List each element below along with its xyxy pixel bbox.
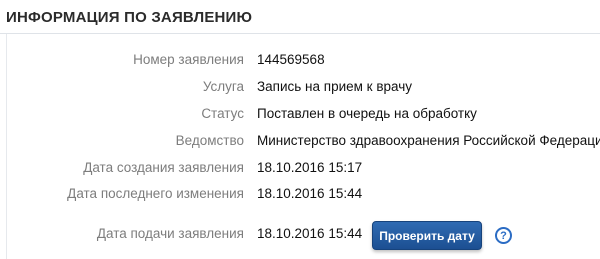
check-date-button[interactable]: Проверить дату [372,221,482,250]
field-value: Запись на прием к врачу [257,79,412,94]
section-title: ИНФОРМАЦИЯ ПО ЗАЯВЛЕНИЮ [6,9,253,26]
field-label: Дата последнего изменения [67,186,244,201]
field-label: Услуга [202,79,244,94]
field-value: 18.10.2016 15:44 [257,226,363,241]
field-row-status: Статус Поставлен в очередь на обработку [0,106,600,126]
field-value: 144569568 [257,52,325,67]
field-value: 18.10.2016 15:44 [257,186,363,201]
field-label: Ведомство [175,133,244,148]
field-label: Статус [201,106,244,121]
field-value: 18.10.2016 15:17 [257,160,363,175]
field-label: Дата подачи заявления [96,226,244,241]
section-header: ИНФОРМАЦИЯ ПО ЗАЯВЛЕНИЮ [0,0,600,34]
help-icon[interactable]: ? [495,227,512,244]
field-label: Дата создания заявления [83,160,244,175]
field-row-department: Ведомство Министерство здравоохранения Р… [0,133,600,153]
field-row-application-number: Номер заявления 144569568 [0,52,600,72]
field-value: Поставлен в очередь на обработку [257,106,477,121]
field-row-created-date: Дата создания заявления 18.10.2016 15:17 [0,160,600,180]
field-value: Министерство здравоохранения Российской … [257,133,600,148]
field-label: Номер заявления [133,52,244,67]
field-row-service: Услуга Запись на прием к врачу [0,79,600,99]
field-row-modified-date: Дата последнего изменения 18.10.2016 15:… [0,186,600,206]
